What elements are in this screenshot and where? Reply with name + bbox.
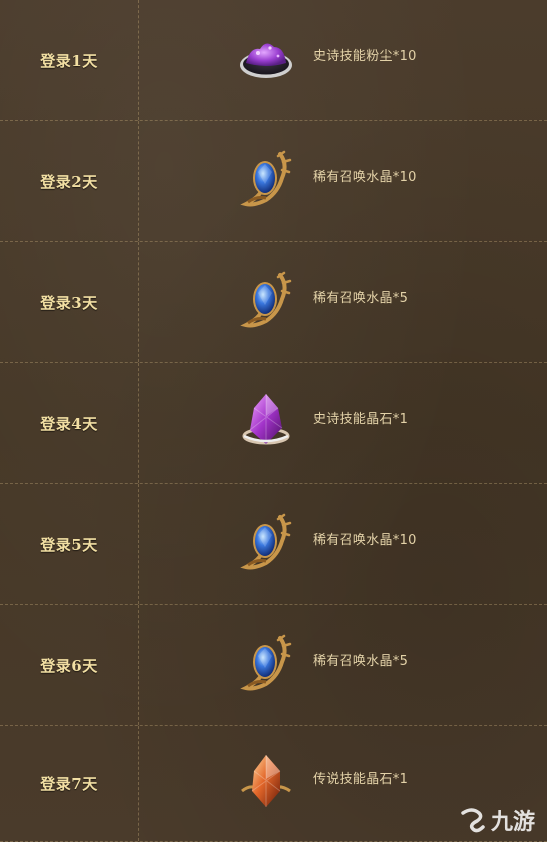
table-row: 登录2天 稀有召唤水晶*10 bbox=[0, 121, 547, 242]
table-row: 登录5天 稀有召唤水晶*10 bbox=[0, 484, 547, 605]
orange-shard-icon bbox=[236, 751, 296, 811]
purple-dust-icon bbox=[236, 27, 296, 87]
day-label: 登录6天 bbox=[40, 656, 98, 675]
blue-crystal-icon bbox=[236, 148, 296, 208]
day-label: 登录3天 bbox=[40, 293, 98, 312]
reward-label: 稀有召唤水晶*10 bbox=[313, 169, 417, 185]
reward-label: 传说技能晶石*1 bbox=[313, 772, 409, 787]
column-divider bbox=[138, 0, 139, 120]
reward-label: 稀有召唤水晶*5 bbox=[313, 290, 409, 306]
jiuyou-logo-icon bbox=[461, 808, 485, 833]
column-divider bbox=[138, 121, 139, 241]
blue-crystal-icon bbox=[236, 269, 296, 329]
watermark-text: 九游 bbox=[490, 810, 535, 835]
day-label: 登录1天 bbox=[40, 51, 98, 70]
column-divider bbox=[138, 363, 139, 483]
column-divider bbox=[138, 726, 139, 841]
reward-label: 史诗技能晶石*1 bbox=[313, 411, 409, 427]
day-label: 登录5天 bbox=[40, 535, 98, 554]
blue-crystal-icon bbox=[236, 511, 296, 571]
reward-label: 史诗技能粉尘*10 bbox=[313, 48, 417, 64]
table-row: 登录6天 稀有召唤水晶*5 bbox=[0, 605, 547, 726]
table-row: 登录1天 史诗技能粉尘*10 bbox=[0, 0, 547, 121]
column-divider bbox=[138, 484, 139, 604]
reward-label: 稀有召唤水晶*5 bbox=[313, 653, 409, 669]
login-reward-table: 登录1天 史诗技能粉尘*10 登录2天 稀有召唤水晶*10 登录3天 稀有召唤水… bbox=[0, 0, 547, 842]
watermark: 九游 bbox=[457, 804, 535, 836]
reward-label: 稀有召唤水晶*10 bbox=[313, 532, 417, 548]
column-divider bbox=[138, 605, 139, 725]
table-row: 登录3天 稀有召唤水晶*5 bbox=[0, 242, 547, 363]
blue-crystal-icon bbox=[236, 632, 296, 692]
day-label: 登录4天 bbox=[40, 414, 98, 433]
day-label: 登录2天 bbox=[40, 172, 98, 191]
column-divider bbox=[138, 242, 139, 362]
purple-shard-icon bbox=[236, 390, 296, 450]
table-row: 登录4天 史诗技能晶石*1 bbox=[0, 363, 547, 484]
day-label: 登录7天 bbox=[40, 775, 98, 793]
